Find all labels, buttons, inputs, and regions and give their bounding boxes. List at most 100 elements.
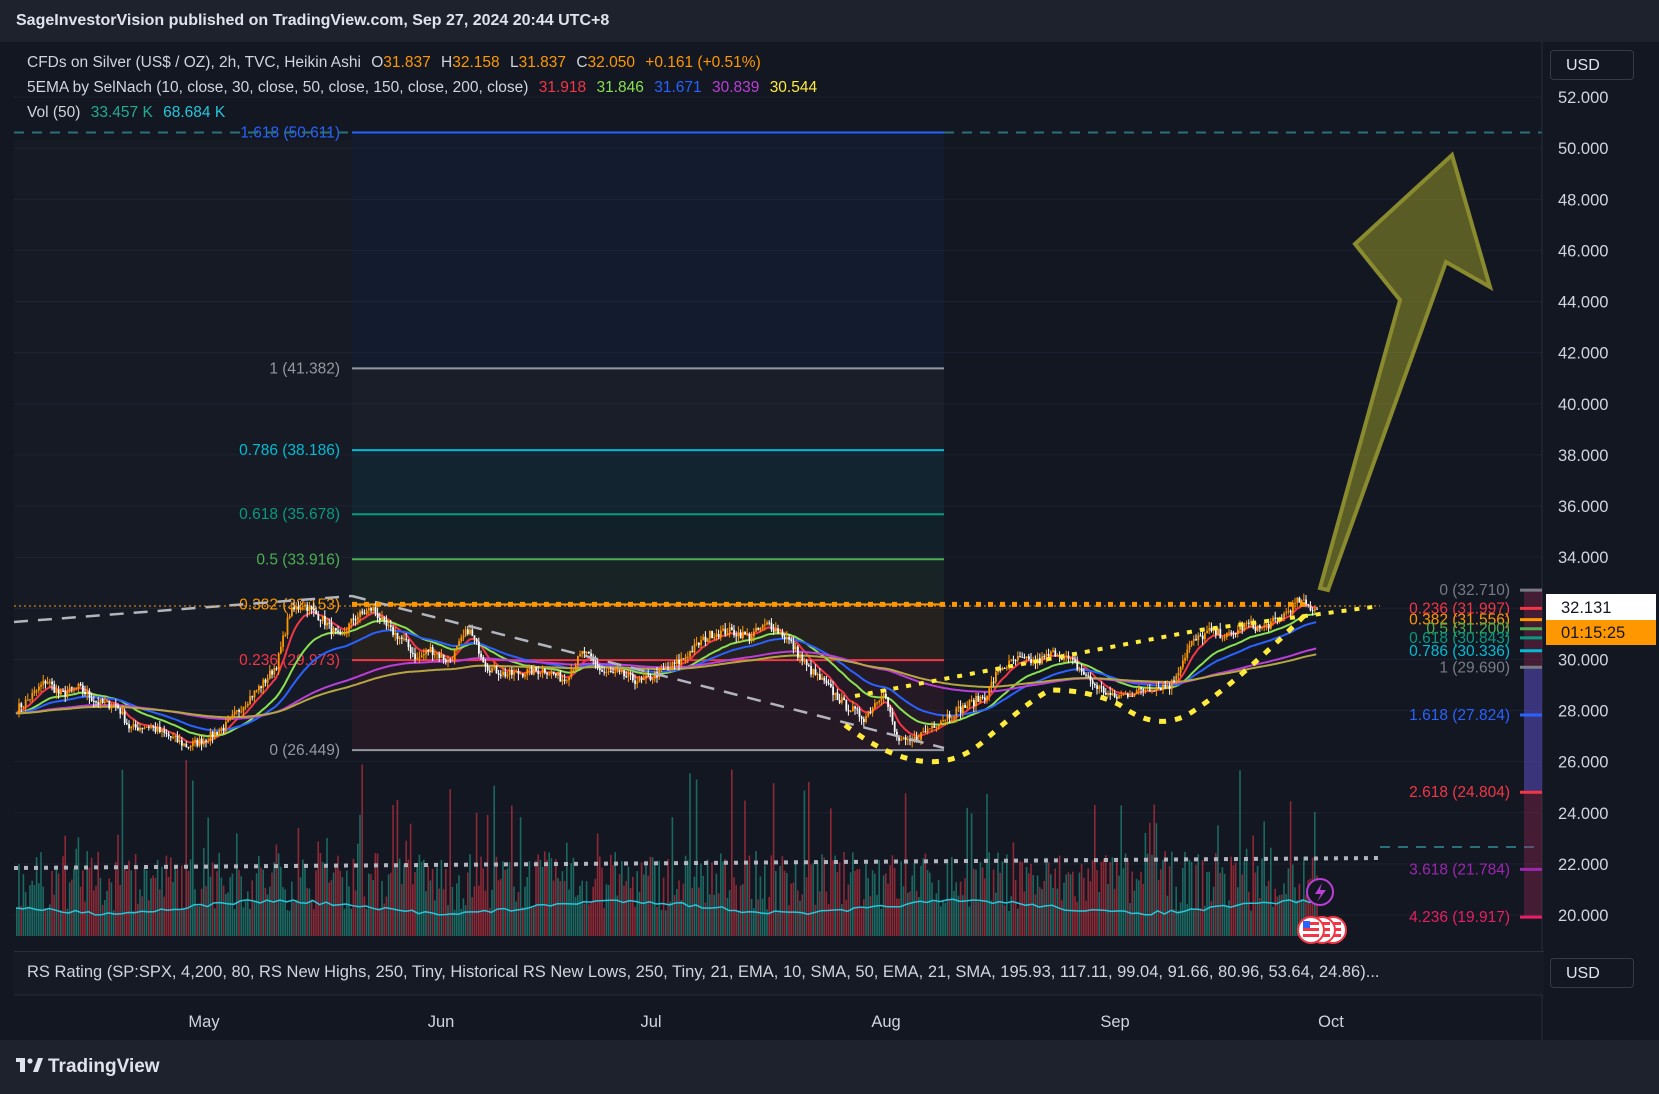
candle-body — [469, 629, 471, 634]
volume-bar — [610, 854, 612, 936]
volume-bar — [1076, 901, 1078, 936]
candle-body — [458, 641, 460, 646]
volume-bar — [431, 868, 434, 936]
volume-bar — [251, 880, 253, 936]
currency-button-bottom[interactable]: USD — [1550, 958, 1634, 988]
volume-bar — [746, 863, 748, 936]
candle-body — [1006, 667, 1008, 669]
volume-bar — [911, 875, 913, 936]
candle-body — [203, 740, 205, 745]
tradingview-logo[interactable]: TradingView — [16, 1056, 160, 1078]
candle-body — [1047, 654, 1050, 657]
price-tick-label: 46.000 — [1558, 242, 1608, 260]
candle-body — [1263, 625, 1266, 627]
candle-body — [1043, 656, 1046, 658]
volume-bar — [990, 900, 993, 936]
volume-bar — [90, 857, 93, 936]
candle-body — [1208, 627, 1211, 631]
candle-body — [260, 686, 262, 688]
chart-canvas[interactable]: 1.618 (50.611)1 (41.382)0.786 (38.186)0.… — [0, 0, 1659, 1094]
candle-body — [370, 608, 372, 611]
volume-bar — [739, 885, 742, 936]
volume-bar — [968, 906, 971, 936]
volume-bar — [1228, 900, 1230, 936]
candle-body — [625, 676, 628, 678]
candle-body — [647, 675, 650, 677]
candle-body — [346, 631, 348, 634]
volume-bar — [409, 823, 412, 936]
candle-body — [1076, 661, 1079, 670]
volume-bar — [132, 910, 135, 936]
volume-bar — [258, 855, 260, 936]
candle-body — [416, 657, 419, 660]
candle-body — [709, 631, 711, 639]
volume-bar — [724, 859, 726, 936]
price-tick-label: 40.000 — [1558, 396, 1608, 414]
ema-value-1: 31.918 — [538, 79, 587, 96]
volume-bar — [341, 877, 344, 936]
volume-bar — [522, 906, 524, 936]
volume-bar — [115, 861, 117, 936]
candle-body — [209, 731, 212, 742]
candle-body — [988, 686, 991, 696]
volume-bar — [51, 871, 53, 936]
volume-bar — [524, 886, 526, 936]
candle-body — [1157, 687, 1160, 689]
volume-bar — [471, 897, 473, 936]
candle-body — [942, 720, 944, 722]
candle-body — [940, 721, 942, 726]
volume-bar — [152, 875, 154, 936]
volume-bar — [225, 893, 227, 936]
volume-bar — [480, 856, 482, 936]
volume-bar — [849, 872, 852, 936]
currency-button-top[interactable]: USD — [1550, 50, 1634, 80]
volume-bar — [517, 892, 520, 936]
volume-bar — [211, 862, 214, 936]
candle-body — [951, 717, 953, 719]
volume-bar — [1096, 870, 1098, 936]
volume-bar — [720, 853, 722, 936]
volume-bar — [255, 873, 258, 936]
candle-body — [453, 650, 456, 661]
ema-value-2: 31.846 — [596, 79, 644, 96]
volume-bar — [506, 868, 509, 936]
candle-body — [623, 670, 625, 677]
candle-body — [1237, 629, 1239, 635]
ohlc-high-value: 32.158 — [452, 54, 500, 71]
candle-body — [330, 623, 333, 634]
fib-right-label: 1.618 (27.824) — [1409, 707, 1510, 724]
candle-body — [236, 710, 238, 712]
volume-bar — [827, 904, 830, 936]
volume-bar — [878, 860, 880, 936]
volume-bar — [1109, 862, 1111, 936]
candle-body — [324, 615, 326, 626]
candle-body — [407, 639, 410, 648]
candle-body — [535, 667, 537, 671]
volume-bar — [702, 875, 704, 936]
candle-body — [343, 633, 346, 635]
volume-bar — [306, 887, 308, 936]
candle-body — [1105, 692, 1107, 695]
ohlc-low-value: 31.837 — [518, 54, 567, 71]
candle-body — [425, 650, 427, 655]
volume-bar — [634, 906, 636, 936]
volume-bar — [95, 885, 97, 936]
volume-bar — [1201, 860, 1204, 936]
volume-value-1: 33.457 K — [90, 104, 153, 121]
volume-bar — [808, 781, 810, 936]
volume-bar — [18, 864, 20, 936]
volume-bar — [1153, 804, 1155, 936]
candle-body — [49, 681, 51, 683]
candle-body — [515, 670, 518, 673]
candle-body — [198, 738, 201, 746]
candle-body — [475, 638, 478, 642]
candle-body — [1168, 685, 1171, 689]
candle-body — [717, 634, 720, 638]
candle-body — [977, 695, 980, 702]
volume-bar — [647, 875, 649, 936]
volume-bar — [713, 894, 715, 936]
candle-body — [599, 668, 601, 671]
volume-bar — [865, 862, 867, 936]
candle-body — [1001, 667, 1004, 671]
volume-bar — [1087, 868, 1089, 936]
